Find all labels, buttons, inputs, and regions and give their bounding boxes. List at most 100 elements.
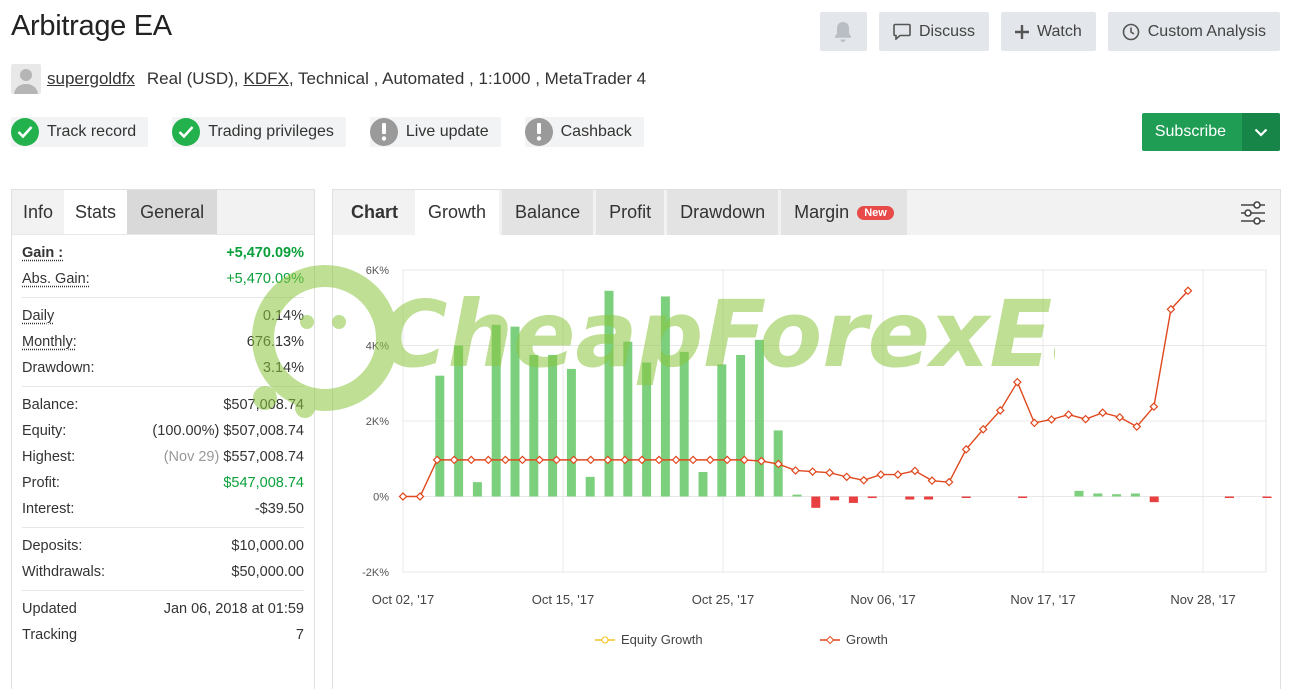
profit-label: Profit: <box>22 475 60 491</box>
chart-settings-icon[interactable] <box>1240 190 1270 235</box>
funds-group: Deposits: $10,000.00 Withdrawals: $50,00… <box>22 528 304 591</box>
tracking-value: 7 <box>295 627 304 643</box>
watch-button[interactable]: Watch <box>1000 12 1096 51</box>
bar-positive <box>529 354 539 497</box>
bar-positive <box>585 476 595 497</box>
y-tick-label: -2K% <box>362 567 389 579</box>
custom-analysis-label: Custom Analysis <box>1147 22 1266 40</box>
discuss-label: Discuss <box>918 22 975 40</box>
bar-positive <box>754 339 764 497</box>
subscribe-button[interactable]: Subscribe <box>1141 113 1280 151</box>
y-tick-label: 6K% <box>366 265 389 277</box>
bar-positive <box>1130 493 1140 497</box>
username-link[interactable]: supergoldfx <box>47 69 135 89</box>
tab-balance[interactable]: Balance <box>502 190 594 235</box>
bar-negative <box>811 496 821 508</box>
monthly-label[interactable]: Monthly: <box>22 334 77 350</box>
balance-group: Balance: $507,008.74 Equity: (100.00%) $… <box>22 387 304 528</box>
bar-positive <box>510 326 520 497</box>
chevron-down-icon[interactable] <box>1242 113 1280 151</box>
deposits-label: Deposits: <box>22 538 83 554</box>
x-tick-label: Oct 25, '17 <box>692 592 754 607</box>
y-tick-label: 0% <box>373 492 389 504</box>
bar-negative <box>1149 496 1159 503</box>
gain-label[interactable]: Gain : <box>22 245 63 261</box>
growth-point <box>1115 412 1125 422</box>
deposits-value: $10,000.00 <box>231 538 304 554</box>
growth-chart[interactable]: 6K% 4K% 2K% 0% -2K% Oct 02, '17 Oct 15, '17 Oct… <box>333 245 1280 665</box>
badge-live-update[interactable]: Live update <box>369 117 501 147</box>
tracking-label: Tracking <box>22 627 78 643</box>
bar-negative <box>848 496 858 503</box>
balance-label: Balance: <box>22 397 79 413</box>
tracking-group: Updated Jan 06, 2018 at 01:59 Tracking 7 <box>22 591 304 653</box>
withdrawals-label: Withdrawals: <box>22 564 105 580</box>
legend-equity-label: Equity Growth <box>621 632 703 647</box>
bell-icon <box>835 21 852 42</box>
custom-analysis-button[interactable]: Custom Analysis <box>1107 12 1280 51</box>
x-tick-label: Nov 17, '17 <box>1010 592 1075 607</box>
legend-growth-marker <box>825 635 835 645</box>
drawdown-value: 3.14% <box>262 360 304 376</box>
tab-drawdown[interactable]: Drawdown <box>667 190 779 235</box>
chat-icon <box>893 23 911 40</box>
stat-abs-gain: Abs. Gain: +5,470.09% <box>22 266 304 292</box>
watch-label: Watch <box>1036 22 1082 40</box>
tab-info[interactable]: Info <box>12 190 64 234</box>
stats-body: Gain : +5,470.09% Abs. Gain: +5,470.09% … <box>12 235 314 653</box>
bar-positive <box>1112 494 1122 497</box>
abs-gain-label[interactable]: Abs. Gain: <box>22 271 90 287</box>
bar-negative <box>1018 496 1028 498</box>
bar-positive <box>623 341 633 497</box>
growth-point <box>944 477 954 487</box>
growth-point <box>825 468 835 478</box>
badge-label: Live update <box>405 123 489 140</box>
gain-group: Gain : +5,470.09% Abs. Gain: +5,470.09% <box>22 235 304 298</box>
bar-positive <box>472 482 482 497</box>
bar-negative <box>961 496 971 498</box>
bar-positive <box>660 296 670 497</box>
stat-highest: Highest: (Nov 29) $557,008.74 <box>22 444 304 470</box>
page-title: Arbitrage EA <box>11 10 172 42</box>
bar-positive <box>548 354 558 497</box>
highest-date: (Nov 29) <box>163 449 220 465</box>
growth-point <box>483 455 493 465</box>
growth-point <box>1012 377 1022 387</box>
bar-positive <box>736 354 746 497</box>
bar-positive <box>454 345 464 497</box>
clock-icon <box>1122 23 1140 40</box>
bar-positive <box>566 368 576 497</box>
growth-point <box>688 455 698 465</box>
growth-point <box>808 467 817 476</box>
growth-point <box>671 455 681 465</box>
legend-equity-marker <box>601 636 609 644</box>
daily-label[interactable]: Daily <box>22 308 54 324</box>
growth-point <box>791 466 800 475</box>
growth-point <box>1081 414 1090 424</box>
tab-stats[interactable]: Stats <box>64 190 128 234</box>
tab-general[interactable]: General <box>127 190 218 234</box>
bar-positive <box>604 290 614 497</box>
broker-link[interactable]: KDFX <box>244 69 289 89</box>
plus-icon <box>1014 24 1029 39</box>
discuss-button[interactable]: Discuss <box>878 12 989 51</box>
notify-button[interactable] <box>819 12 867 51</box>
bar-positive <box>1074 490 1084 497</box>
badge-cashback[interactable]: Cashback <box>524 117 644 147</box>
x-tick-label: Oct 15, '17 <box>532 592 594 607</box>
highest-value-wrap: (Nov 29) $557,008.74 <box>164 449 304 465</box>
tab-growth[interactable]: Growth <box>415 190 500 235</box>
verification-badges: Track record Trading privileges Live upd… <box>11 117 644 147</box>
bar-positive <box>717 364 727 497</box>
badge-track-record[interactable]: Track record <box>11 117 149 147</box>
tab-margin[interactable]: Margin New <box>781 190 907 235</box>
balance-value: $507,008.74 <box>223 397 304 413</box>
tab-profit[interactable]: Profit <box>596 190 665 235</box>
stat-updated: Updated Jan 06, 2018 at 01:59 <box>22 596 304 622</box>
tab-margin-label: Margin <box>794 202 850 222</box>
badge-trading-privileges[interactable]: Trading privileges <box>172 117 346 147</box>
badge-label: Cashback <box>560 123 632 140</box>
equity-value: (100.00%) $507,008.74 <box>152 423 304 439</box>
growth-point <box>859 475 869 485</box>
avatar[interactable] <box>11 64 41 94</box>
